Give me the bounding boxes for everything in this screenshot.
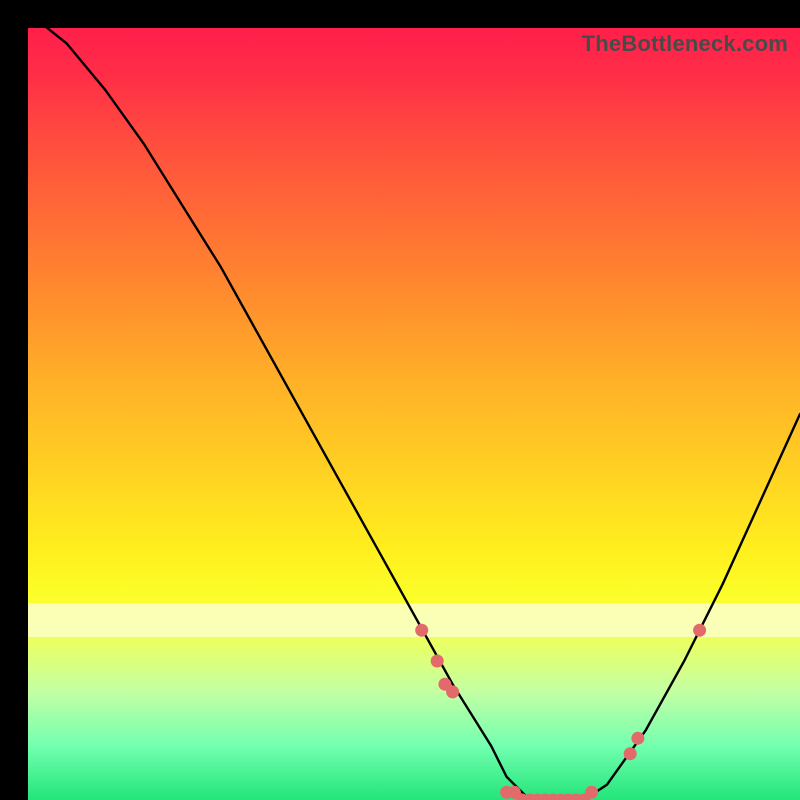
data-marker xyxy=(624,747,637,760)
watermark-text: TheBottleneck.com xyxy=(582,31,788,57)
data-markers xyxy=(415,624,706,800)
chart-svg xyxy=(28,28,800,800)
data-marker xyxy=(446,685,459,698)
data-marker xyxy=(631,732,644,745)
plot-area: TheBottleneck.com xyxy=(28,28,800,800)
data-marker xyxy=(415,624,428,637)
bottleneck-curve xyxy=(28,28,800,800)
data-marker xyxy=(431,655,444,668)
data-marker xyxy=(585,786,598,799)
data-marker xyxy=(693,624,706,637)
chart-frame: TheBottleneck.com xyxy=(14,14,786,786)
